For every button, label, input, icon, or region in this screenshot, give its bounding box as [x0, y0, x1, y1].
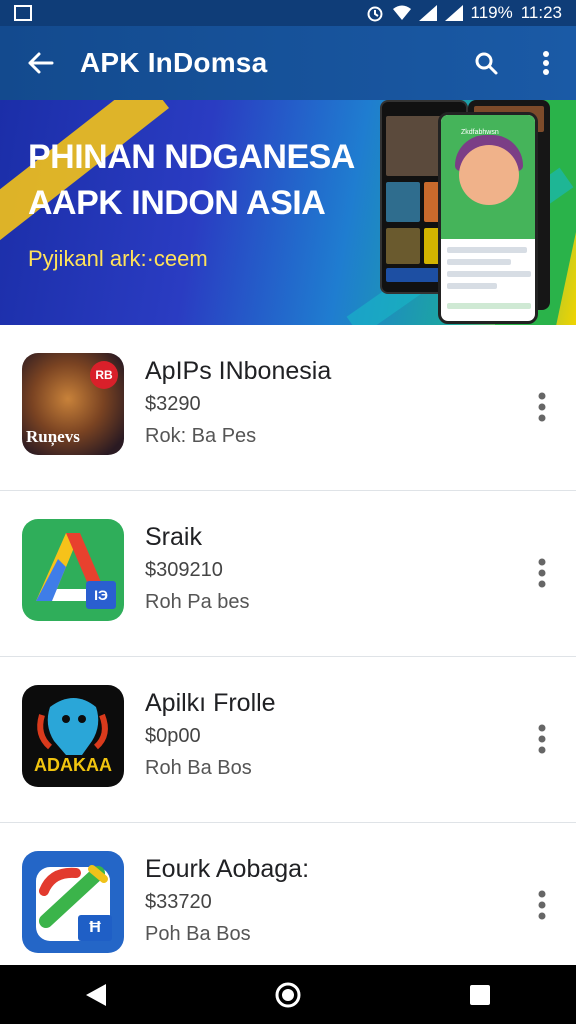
app-subtitle: Roh Pa bes — [145, 591, 250, 613]
wifi-icon — [392, 5, 411, 20]
app-name: Apilkı Frolle — [145, 689, 276, 717]
status-bar: 119% 11:23 — [0, 0, 576, 26]
app-bar-title: APK InDomsa — [80, 47, 268, 78]
back-button[interactable] — [0, 26, 80, 100]
nav-home-button[interactable] — [258, 965, 318, 1024]
banner-headline-1: PHINAN NDGANESA — [28, 138, 355, 176]
app-icon-text: Ruņevs — [26, 427, 80, 446]
app-badge: IЭ — [86, 581, 116, 609]
banner-subtitle: Pyjikanl ark:·ceem — [28, 246, 208, 271]
app-name: ApIPs INbonesia — [145, 357, 332, 385]
app-icon-text: ADAKAA — [34, 755, 112, 775]
item-more-button[interactable] — [522, 883, 562, 927]
list-item[interactable]: IЭ Sraik $309210 Roh Pa bes — [0, 491, 576, 657]
app-badge: Ħ — [78, 915, 112, 941]
signal-icon — [418, 5, 437, 21]
avatar-icon — [459, 145, 519, 205]
more-options-button[interactable] — [516, 26, 576, 100]
app-price: $3290 — [145, 393, 201, 415]
signal-icon-2 — [444, 5, 463, 21]
app-icon-lion: RB Ruņevs — [22, 353, 124, 455]
system-nav-bar — [0, 965, 576, 1024]
share-icon — [475, 52, 498, 75]
app-badge: RB — [90, 361, 118, 389]
square-recents-icon — [470, 984, 490, 1005]
more-vert-icon — [538, 392, 546, 422]
more-vert-icon — [538, 724, 546, 754]
battery-percent: 119% — [470, 3, 513, 22]
circle-home-icon — [275, 982, 301, 1007]
app-name: Sraik — [145, 523, 202, 551]
app-subtitle: Poh Ba Bos — [145, 923, 251, 945]
status-right: 119% 11:23 — [365, 3, 562, 23]
app-price: $0p00 — [145, 725, 201, 747]
app-icon-book: Ħ — [22, 851, 124, 953]
app-icon-a-logo: IЭ — [22, 519, 124, 621]
nav-recents-button[interactable] — [450, 965, 510, 1024]
list-item[interactable]: ADAKAA Apilkı Frolle $0p00 Roh Ba Bos — [0, 657, 576, 823]
app-bar: APK InDomsa — [0, 26, 576, 100]
item-more-button[interactable] — [522, 385, 562, 429]
alarm-icon — [367, 6, 382, 22]
list-item[interactable]: RB Ruņevs ApIPs INbonesia $3290 Rok: Ba … — [0, 325, 576, 491]
clock: 11:23 — [520, 3, 562, 22]
more-vert-icon — [543, 51, 549, 75]
app-name: Eourk Aobaga: — [145, 855, 310, 883]
item-more-button[interactable] — [522, 551, 562, 595]
item-more-button[interactable] — [522, 717, 562, 761]
more-vert-icon — [538, 890, 546, 920]
nav-back-button[interactable] — [66, 965, 126, 1024]
app-list: RB Ruņevs ApIPs INbonesia $3290 Rok: Ba … — [0, 325, 576, 989]
banner-headline-2: AAPK INDON ASIA — [28, 184, 326, 222]
status-left — [14, 5, 32, 21]
share-button[interactable] — [456, 26, 516, 100]
more-vert-icon — [538, 558, 546, 588]
app-price: $33720 — [145, 891, 212, 913]
promo-banner[interactable]: PHINAN NDGANESA AAPK INDON ASIA Pyjikanl… — [0, 100, 576, 325]
phone-mockup-center: Zkdfabhwsn — [438, 112, 538, 324]
app-icon-adakaa: ADAKAA — [22, 685, 124, 787]
app-price: $309210 — [145, 559, 223, 581]
back-arrow-icon — [28, 52, 54, 74]
image-notification-icon — [14, 5, 32, 21]
app-subtitle: Rok: Ba Pes — [145, 425, 257, 447]
app-subtitle: Roh Ba Bos — [145, 757, 252, 779]
triangle-back-icon — [86, 983, 106, 1006]
